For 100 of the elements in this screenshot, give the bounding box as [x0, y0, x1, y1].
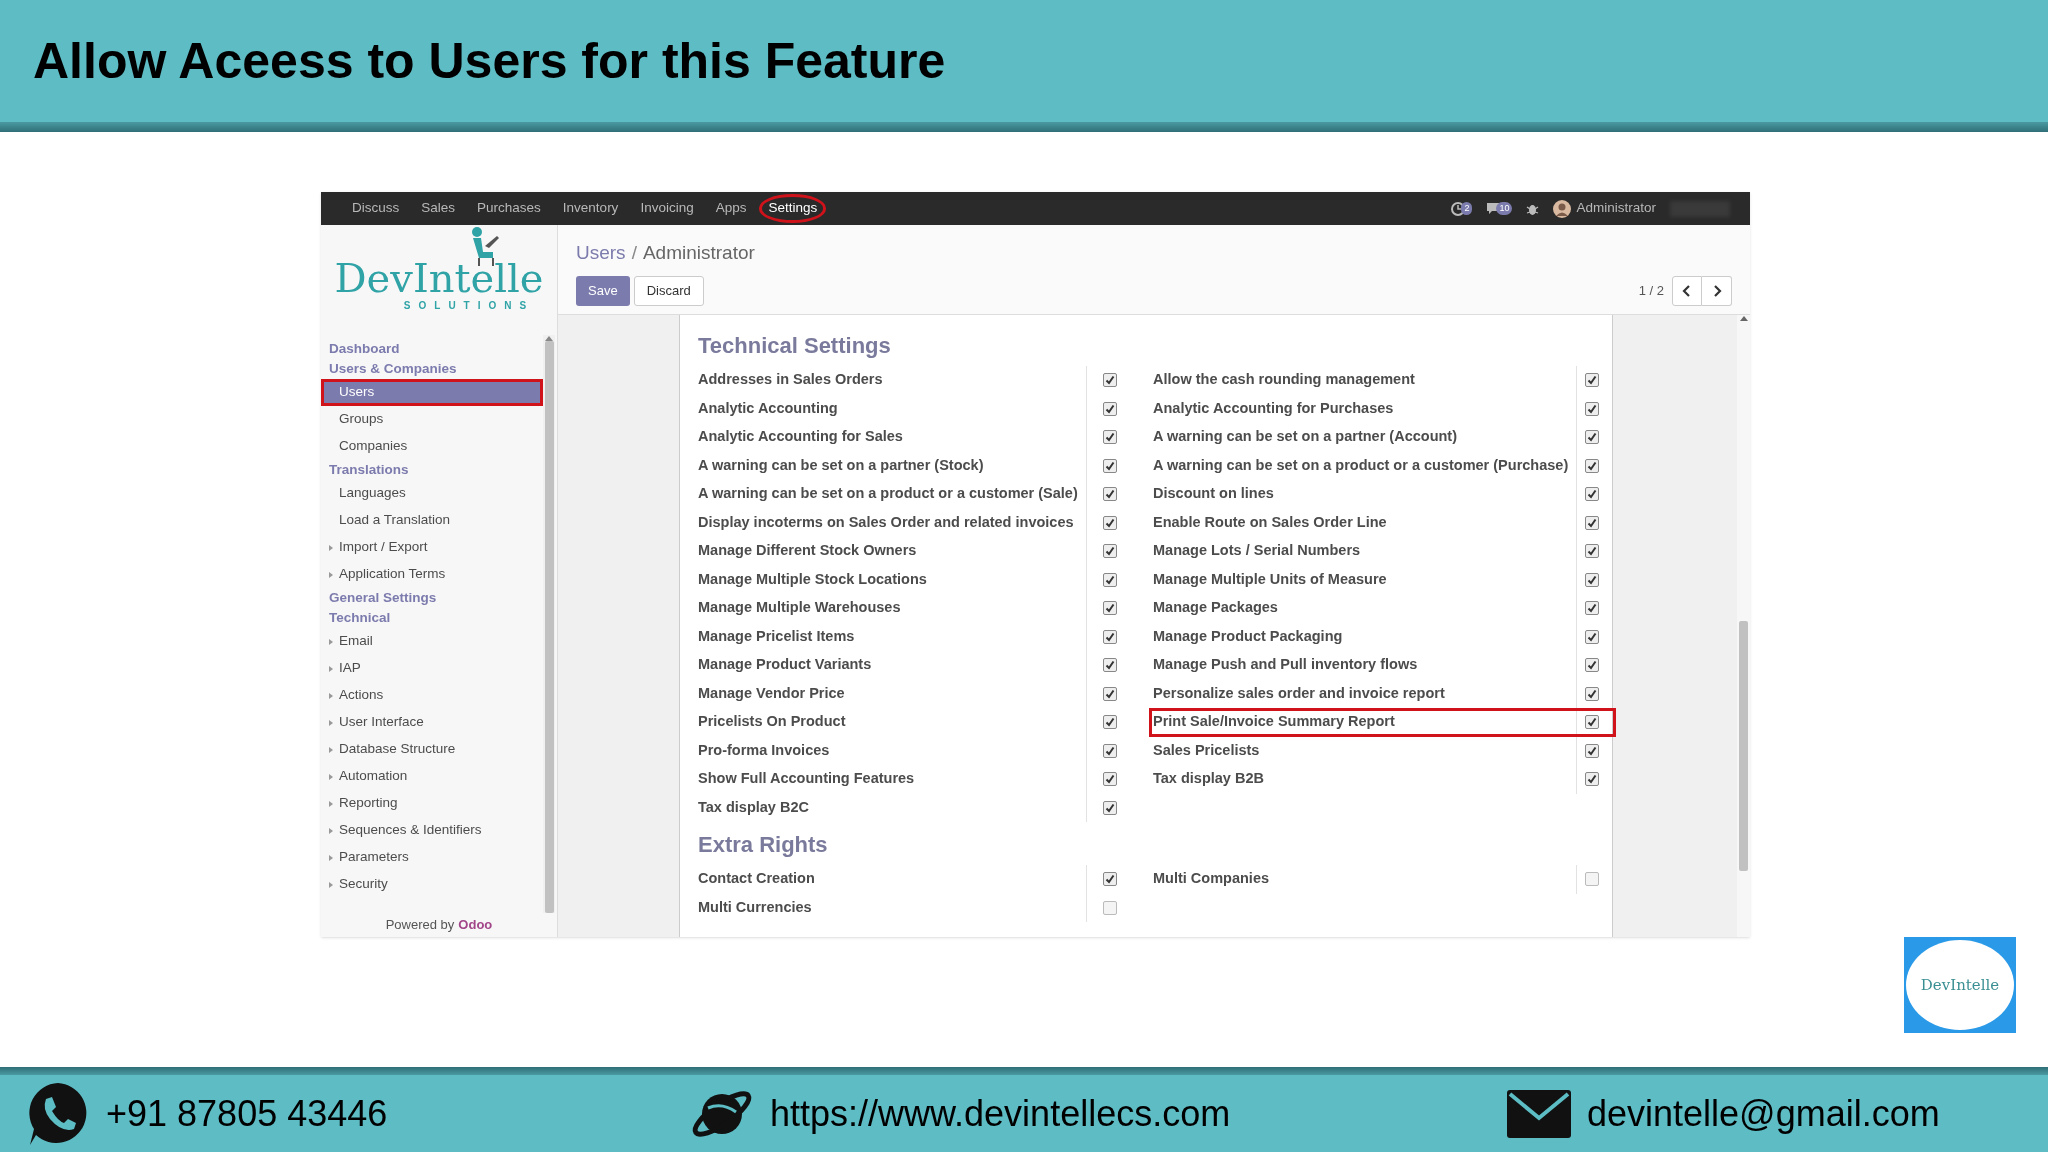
- menu-item[interactable]: Settings: [759, 194, 827, 223]
- checkmark-icon: [1105, 546, 1115, 557]
- breadcrumb-link[interactable]: Users: [576, 239, 626, 268]
- checkbox[interactable]: [1585, 658, 1599, 673]
- checkbox[interactable]: [1103, 458, 1117, 473]
- checkbox[interactable]: [1103, 430, 1117, 445]
- menu-item[interactable]: Invoicing: [631, 195, 703, 222]
- sidebar-header[interactable]: Translations: [321, 460, 543, 480]
- sidebar-header[interactable]: General Settings: [321, 588, 543, 608]
- checkbox[interactable]: [1585, 743, 1599, 758]
- checkbox[interactable]: [1585, 629, 1599, 644]
- checkmark-icon: [1105, 489, 1115, 500]
- checkbox[interactable]: [1103, 872, 1117, 887]
- checkbox[interactable]: [1585, 515, 1599, 530]
- discard-button[interactable]: Discard: [633, 275, 704, 306]
- checkmark-icon: [1105, 660, 1115, 671]
- menu-item[interactable]: Purchases: [468, 195, 550, 222]
- checkbox[interactable]: [1103, 601, 1117, 616]
- sidebar-item[interactable]: Users: [321, 379, 543, 406]
- caret-icon: [327, 718, 335, 727]
- checkbox[interactable]: [1585, 601, 1599, 616]
- menu-item[interactable]: Inventory: [553, 195, 628, 222]
- caret-icon: [327, 772, 335, 781]
- checkbox[interactable]: [1103, 743, 1117, 758]
- setting-label: Print Sale/Invoice Summary Report: [1153, 712, 1396, 732]
- scrollbar-thumb[interactable]: [544, 341, 554, 913]
- menu-item[interactable]: Sales: [412, 195, 465, 222]
- user-menu[interactable]: Administrator: [1553, 198, 1656, 219]
- checkbox[interactable]: [1103, 715, 1117, 730]
- checkbox[interactable]: [1585, 715, 1599, 730]
- sidebar-header[interactable]: Users & Companies: [321, 359, 543, 379]
- logo-wordmark: DevIntelle: [334, 257, 544, 298]
- sidebar-item[interactable]: Application Terms: [321, 561, 543, 588]
- sidebar-item[interactable]: IAP: [321, 655, 543, 682]
- sidebar-item[interactable]: Parameters: [321, 844, 543, 871]
- caret-icon: [327, 691, 335, 700]
- checkmark-icon: [1587, 375, 1597, 386]
- checkmark-icon: [1105, 631, 1115, 642]
- sidebar-item[interactable]: Database Structure: [321, 736, 543, 763]
- checkbox[interactable]: [1585, 373, 1599, 388]
- sidebar-item[interactable]: Email: [321, 628, 543, 655]
- checkbox[interactable]: [1103, 900, 1117, 915]
- checkbox[interactable]: [1585, 401, 1599, 416]
- setting-label: Manage Push and Pull inventory flows: [1153, 655, 1419, 675]
- setting-label: Discount on lines: [1153, 484, 1275, 504]
- menu-item[interactable]: Apps: [706, 195, 756, 222]
- setting-label: A warning can be set on a product or a customer (Sale): [698, 484, 1079, 504]
- checkbox[interactable]: [1585, 430, 1599, 445]
- sidebar-item[interactable]: Security: [321, 871, 543, 898]
- checkmark-icon: [1587, 774, 1597, 785]
- checkbox[interactable]: [1585, 872, 1599, 887]
- save-button[interactable]: Save: [576, 275, 630, 306]
- brand-link[interactable]: Odoo: [458, 915, 493, 935]
- sidebar-header[interactable]: Dashboard: [321, 339, 543, 359]
- checkbox[interactable]: [1103, 544, 1117, 559]
- sidebar-header[interactable]: Technical: [321, 608, 543, 628]
- scrollbar-thumb[interactable]: [1739, 621, 1748, 871]
- setting-label: A warning can be set on a product or a customer (Purchase): [1153, 455, 1570, 475]
- sidebar-item[interactable]: Groups: [321, 406, 543, 433]
- checkmark-icon: [1105, 774, 1115, 785]
- checkbox[interactable]: [1103, 800, 1117, 815]
- checkbox[interactable]: [1585, 686, 1599, 701]
- checkbox[interactable]: [1103, 487, 1117, 502]
- sidebar-item[interactable]: Reporting: [321, 790, 543, 817]
- checkbox[interactable]: [1103, 373, 1117, 388]
- checkbox[interactable]: [1103, 686, 1117, 701]
- checkbox[interactable]: [1103, 515, 1117, 530]
- sidebar-item[interactable]: Sequences & Identifiers: [321, 817, 543, 844]
- checkbox[interactable]: [1585, 572, 1599, 587]
- next-button[interactable]: [1702, 275, 1732, 306]
- setting-label: Multi Companies: [1153, 869, 1270, 889]
- sidebar-item[interactable]: Import / Export: [321, 534, 543, 561]
- checkbox[interactable]: [1585, 487, 1599, 502]
- setting-label: Manage Multiple Stock Locations: [698, 569, 928, 589]
- checkbox[interactable]: [1103, 629, 1117, 644]
- checkbox[interactable]: [1103, 401, 1117, 416]
- sidebar-item[interactable]: Load a Translation: [321, 507, 543, 534]
- setting-label: Tax display B2B: [1153, 769, 1265, 789]
- checkbox[interactable]: [1103, 772, 1117, 787]
- checkbox[interactable]: [1103, 658, 1117, 673]
- checkbox[interactable]: [1585, 772, 1599, 787]
- checkbox[interactable]: [1103, 572, 1117, 587]
- slide-title: Allow Aceess to Users for this Feature: [33, 31, 946, 91]
- sidebar-item[interactable]: Languages: [321, 480, 543, 507]
- checkmark-icon: [1105, 375, 1115, 386]
- notification-badge: 10: [1496, 201, 1513, 216]
- setting-label: Manage Multiple Warehouses: [698, 598, 902, 618]
- checkbox[interactable]: [1585, 544, 1599, 559]
- sidebar-item[interactable]: Actions: [321, 682, 543, 709]
- caret-icon: [327, 799, 335, 808]
- menu-item[interactable]: Discuss: [343, 195, 409, 222]
- sidebar-item[interactable]: User Interface: [321, 709, 543, 736]
- setting-label: Analytic Accounting for Purchases: [1153, 398, 1395, 418]
- sidebar-item[interactable]: Companies: [321, 433, 543, 460]
- sidebar-item[interactable]: Automation: [321, 763, 543, 790]
- caret-icon: [327, 570, 335, 579]
- checkmark-icon: [1105, 802, 1115, 813]
- checkbox[interactable]: [1585, 458, 1599, 473]
- setting-label: Pricelists On Product: [698, 712, 847, 732]
- previous-button[interactable]: [1672, 275, 1702, 306]
